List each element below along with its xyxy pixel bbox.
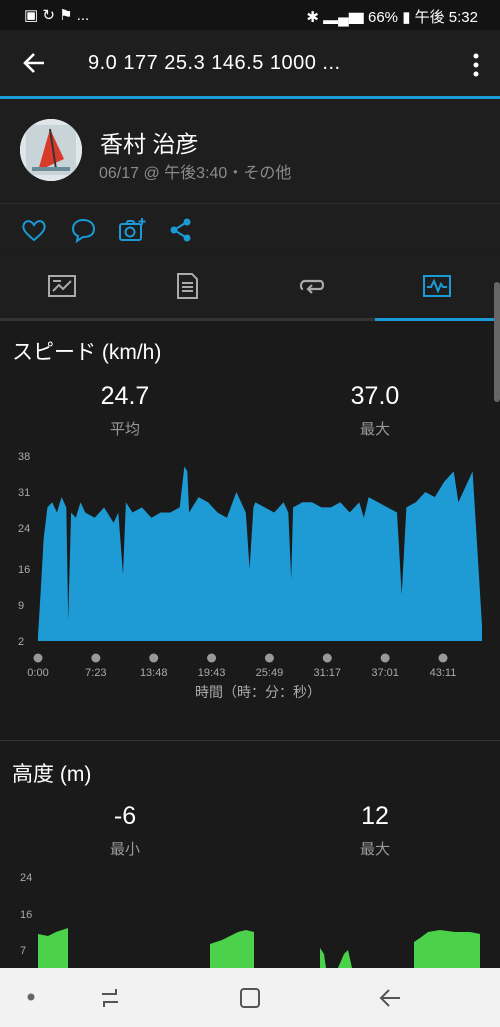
altitude-y-tick-label: 24 [20,872,32,884]
speed-x-tick-label: 13:48 [140,667,168,679]
status-right: ✱ ▂▄▆ 66% ▮ 午後 5:32 [306,6,478,27]
altitude-y-tick-label: 7 [20,945,26,957]
speed-chart[interactable]: 2 9 16 24 31 38 0:00 7:23 13:48 19:43 25:49 31:17 3… [0,440,500,710]
back-arrow-icon[interactable] [20,48,50,78]
clock: 午後 5:32 [414,9,478,26]
overview-icon [48,275,76,297]
speed-x-axis-label: 時間（時：分：秒） [195,684,321,700]
status-bar: ▣ ↻ ⚑ ... ✱ ▂▄▆ 66% ▮ 午後 5:32 [0,0,500,30]
speed-y-tick-label: 24 [18,523,30,535]
speed-y-tick-label: 9 [18,600,24,612]
selected-tab-indicator [375,318,495,321]
speed-x-tick-marker [91,653,101,663]
speed-y-tick-label: 38 [18,451,30,463]
app-bar: 9.0 177 25.3 146.5 1000 ... [0,30,500,97]
altitude-min-label: 最小 [109,841,140,858]
user-name: 香村 治彦 [100,131,199,157]
add-photo-icon[interactable] [118,216,146,244]
more-options-icon[interactable] [472,52,480,78]
speed-x-tick-label: 7:23 [85,667,106,679]
activity-tabs [0,253,500,319]
bluetooth-icon: ✱ [306,9,319,26]
scrollbar[interactable] [494,282,500,402]
signal-icon: ▂▄▆ [323,9,364,26]
speed-x-tick-marker [380,653,390,663]
altitude-min-value: -6 [113,802,137,830]
dot-icon [27,993,35,1001]
social-actions [0,204,500,252]
activity-date-type: 06/17 @ 午後3:40・その他 [99,165,292,182]
altitude-y-tick-label: 16 [20,909,32,921]
altitude-area-series [38,928,480,968]
speed-x-tick-marker [149,653,159,663]
speed-x-tick-label: 0:00 [27,667,48,679]
activity-summary-title: 9.0 177 25.3 146.5 1000 ... [88,52,341,74]
recent-apps-icon[interactable] [98,986,122,1010]
speed-x-tick-marker [322,653,332,663]
battery-level: 66% [367,9,399,26]
altitude-max-value: 12 [361,802,389,830]
tab-stats[interactable] [125,253,250,319]
speed-section-title: スピード (km/h) [12,341,162,364]
speed-x-tick-label: 25:49 [256,667,284,679]
speed-y-tick-label: 16 [18,564,30,576]
share-icon[interactable] [167,216,195,244]
speed-y-tick-label: 31 [18,487,30,499]
comment-icon[interactable] [69,216,97,244]
speed-x-tick-label: 19:43 [198,667,226,679]
speed-x-tick-label: 43:11 [430,667,457,679]
tab-charts[interactable] [375,253,500,319]
speed-y-tick-label: 2 [18,636,24,648]
speed-x-tick-marker [33,653,43,663]
charts-icon [423,275,451,297]
speed-avg-value: 24.7 [100,382,150,410]
stats-list-icon [177,273,198,299]
activity-header: 香村 治彦 06/17 @ 午後3:40・その他 [0,99,500,203]
altitude-chart[interactable]: 7 16 24 [0,866,500,968]
speed-x-tick-marker [207,653,217,663]
laps-icon [299,279,325,294]
speed-x-tick-marker [438,653,448,663]
speed-area-series [38,466,482,641]
status-left-icons: ▣ ↻ ⚑ ... [24,7,90,24]
speed-max-label: 最大 [359,421,390,438]
speed-avg-label: 平均 [109,421,140,438]
heart-icon[interactable] [20,216,48,244]
speed-x-tick-label: 31:17 [314,667,342,679]
speed-x-tick-label: 37:01 [371,667,399,679]
altitude-max-label: 最大 [359,841,390,858]
tab-overview[interactable] [0,253,125,319]
home-icon[interactable] [238,986,262,1010]
avatar[interactable] [20,119,82,181]
speed-max-value: 37.0 [350,382,400,410]
system-nav-bar [0,968,500,1027]
speed-x-tick-marker [264,653,274,663]
section-divider [0,740,500,741]
back-nav-icon[interactable] [378,986,402,1010]
tab-laps[interactable] [250,253,375,319]
altitude-section-title: 高度 (m) [12,763,92,786]
battery-icon: ▮ [402,9,411,26]
